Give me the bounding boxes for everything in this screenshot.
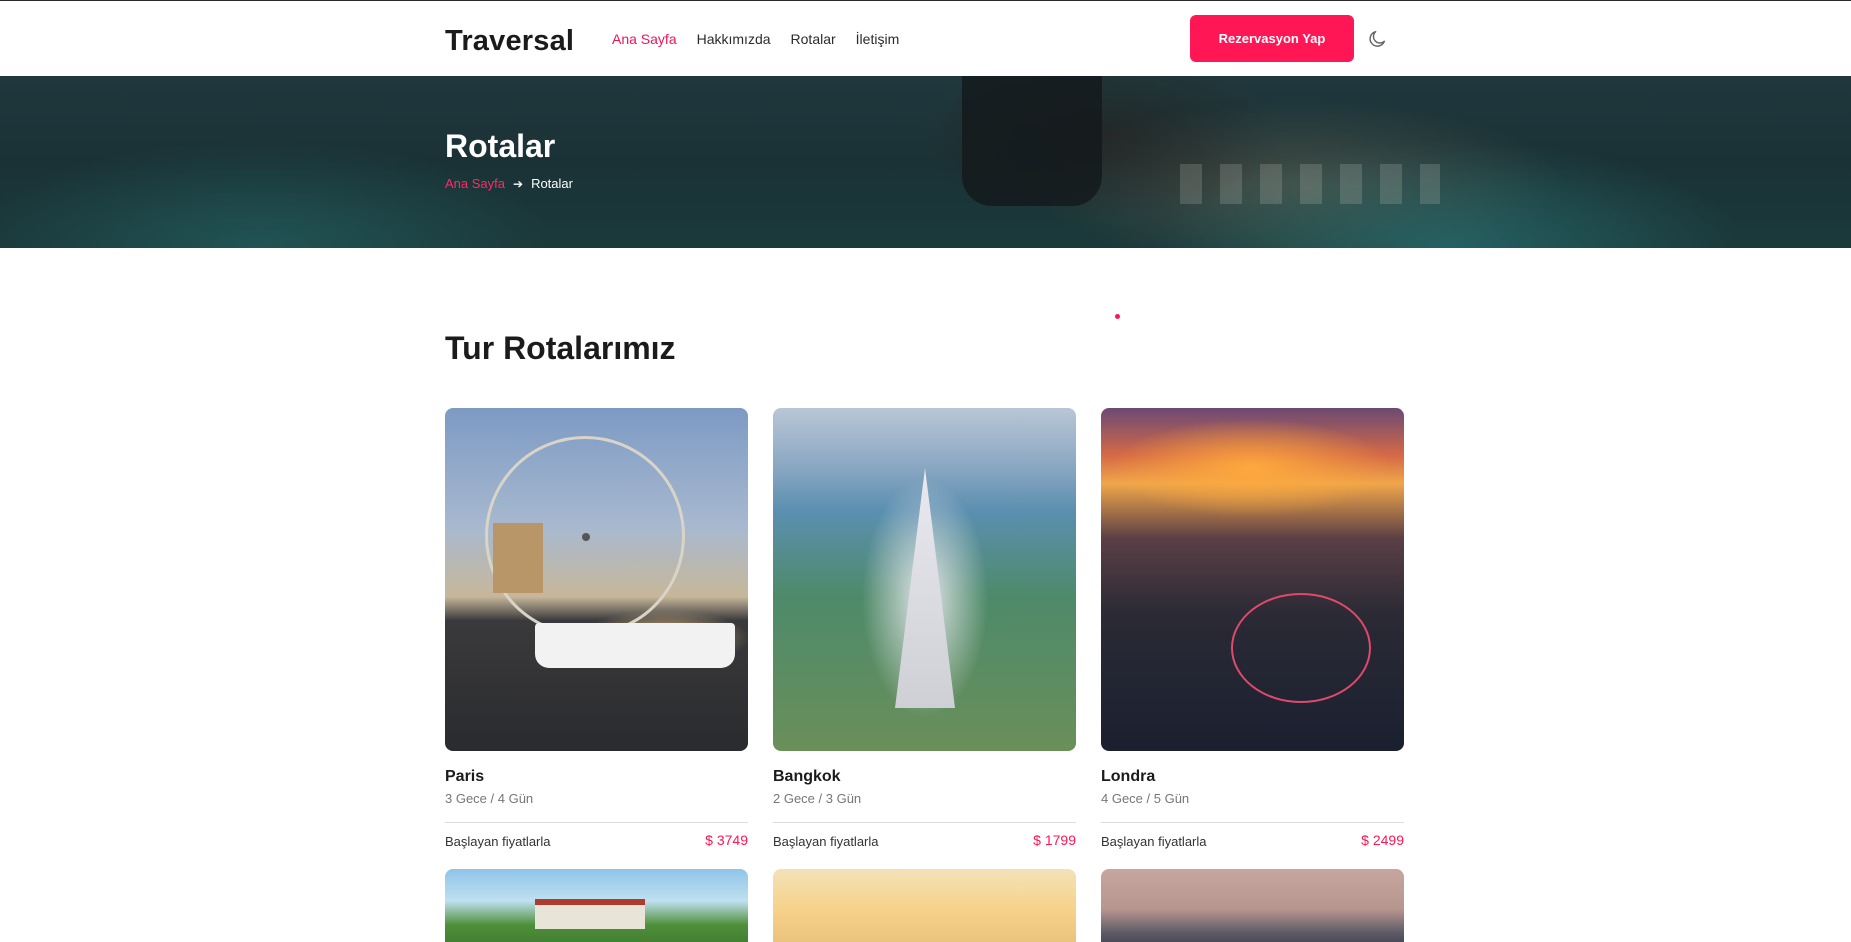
breadcrumb-home-link[interactable]: Ana Sayfa <box>445 176 505 191</box>
card-divider <box>1101 822 1404 823</box>
temple-graphic <box>895 468 955 708</box>
tour-duration: 4 Gece / 5 Gün <box>1101 791 1190 806</box>
page-title: Rotalar <box>445 128 556 164</box>
tour-duration: 3 Gece / 4 Gün <box>445 791 534 806</box>
tour-price: $ 2499 <box>1361 832 1404 848</box>
nav-item-contact[interactable]: İletişim <box>856 31 900 47</box>
reserve-button[interactable]: Rezervasyon Yap <box>1190 15 1354 62</box>
arrow-right-icon: ➔ <box>513 176 524 191</box>
card-divider <box>773 822 1076 823</box>
main-nav: Ana Sayfa Hakkımızda Rotalar İletişim <box>612 31 899 47</box>
nav-item-home[interactable]: Ana Sayfa <box>612 31 677 47</box>
tour-duration: 2 Gece / 3 Gün <box>773 791 862 806</box>
tour-image[interactable] <box>1101 408 1404 751</box>
tour-image[interactable] <box>445 408 748 751</box>
tour-name[interactable]: Londra <box>1101 768 1155 786</box>
price-label: Başlayan fiyatlarla <box>773 834 879 849</box>
ferris-wheel-graphic <box>1231 593 1371 703</box>
tour-card-image-partial[interactable] <box>1101 869 1404 942</box>
page-hero: Rotalar Ana Sayfa ➔ Rotalar <box>0 76 1851 248</box>
brand-logo[interactable]: Traversal <box>445 25 574 58</box>
decorative-dot <box>1115 314 1120 319</box>
nav-item-about[interactable]: Hakkımızda <box>697 31 771 47</box>
hero-background-village <box>1180 164 1440 204</box>
moon-icon[interactable] <box>1366 28 1388 50</box>
tour-card-london[interactable]: Londra 4 Gece / 5 Gün Başlayan fiyatlarl… <box>1101 408 1404 849</box>
breadcrumb: Ana Sayfa ➔ Rotalar <box>445 176 573 191</box>
hero-background-person <box>962 76 1102 206</box>
tour-card-paris[interactable]: Paris 3 Gece / 4 Gün Başlayan fiyatlarla… <box>445 408 748 849</box>
tour-card-image-partial[interactable] <box>445 869 748 942</box>
nav-item-routes[interactable]: Rotalar <box>791 31 836 47</box>
castle-graphic <box>535 899 645 929</box>
building-graphic <box>493 523 543 593</box>
tour-name[interactable]: Bangkok <box>773 768 841 786</box>
site-header: Traversal Ana Sayfa Hakkımızda Rotalar İ… <box>0 1 1851 76</box>
tour-card-bangkok[interactable]: Bangkok 2 Gece / 3 Gün Başlayan fiyatlar… <box>773 408 1076 849</box>
section-title: Tur Rotalarımız <box>445 330 676 366</box>
tour-image[interactable] <box>773 408 1076 751</box>
card-divider <box>445 822 748 823</box>
price-label: Başlayan fiyatlarla <box>1101 834 1207 849</box>
tour-price: $ 3749 <box>705 832 748 848</box>
breadcrumb-current: Rotalar <box>531 176 573 191</box>
tour-name[interactable]: Paris <box>445 768 484 786</box>
tour-card-image-partial[interactable] <box>773 869 1076 942</box>
price-label: Başlayan fiyatlarla <box>445 834 551 849</box>
boat-graphic <box>535 623 735 668</box>
tour-price: $ 1799 <box>1033 832 1076 848</box>
